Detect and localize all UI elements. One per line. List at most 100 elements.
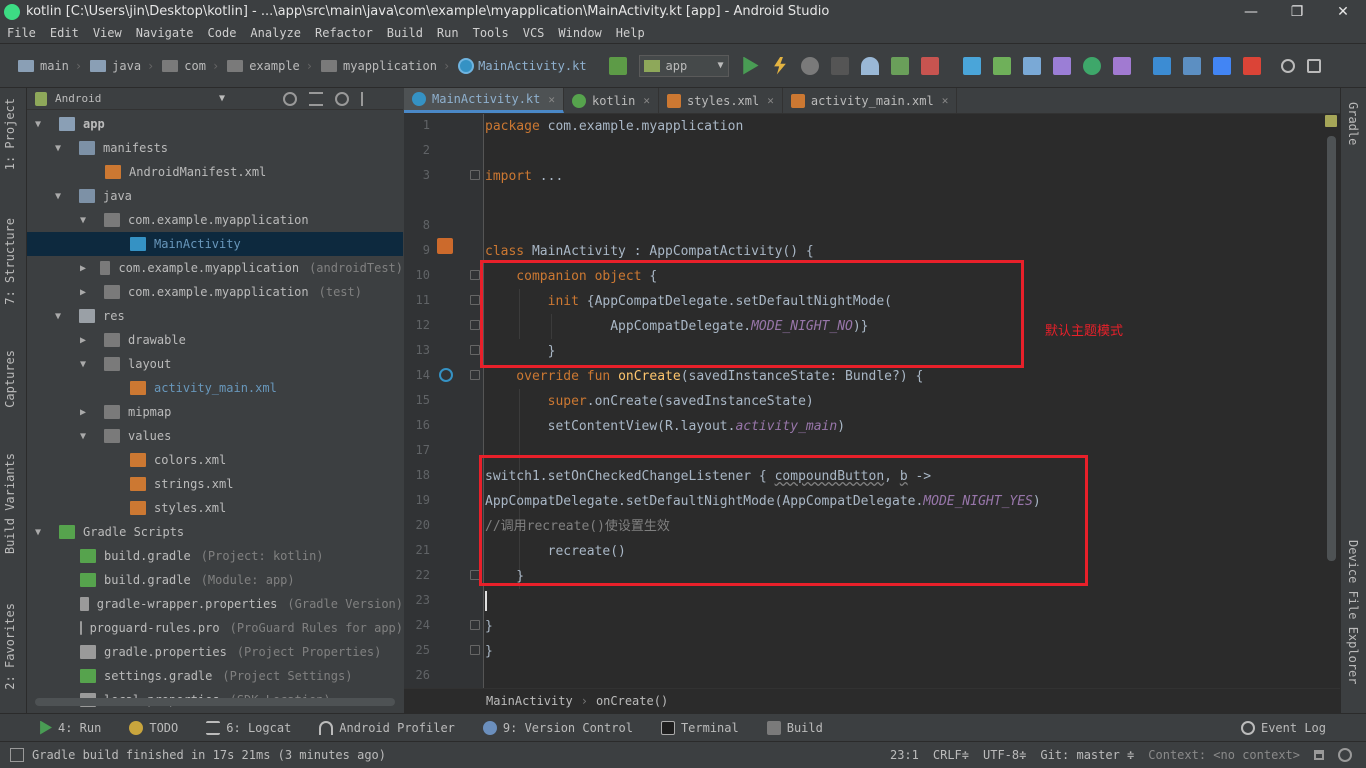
tree-item-manifests[interactable]: ▼ manifests: [27, 136, 403, 160]
close-button[interactable]: ✕: [1320, 4, 1366, 20]
tool-tab-favorites[interactable]: 2: Favorites: [3, 603, 17, 690]
git-branch-select[interactable]: Git: master ≑: [1040, 748, 1134, 762]
hide-panel-icon[interactable]: [361, 91, 375, 106]
menu-view[interactable]: View: [86, 26, 129, 40]
search-icon[interactable]: [1280, 58, 1295, 73]
tool-tab-gradle[interactable]: Gradle: [1346, 102, 1360, 145]
vcs-update-icon[interactable]: [962, 56, 981, 75]
breadcrumb-main[interactable]: main ›: [14, 59, 86, 73]
menu-tools[interactable]: Tools: [466, 26, 516, 40]
breadcrumb-myapplication[interactable]: myapplication ›: [317, 59, 454, 73]
tree-item-proguard[interactable]: proguard-rules.pro (ProGuard Rules for ap…: [27, 616, 403, 640]
breadcrumb-example[interactable]: example ›: [223, 59, 317, 73]
tool-tab-build-variants[interactable]: Build Variants: [3, 453, 17, 554]
tool-tab-android-profiler[interactable]: Android Profiler: [305, 720, 469, 735]
stop-icon[interactable]: [920, 56, 939, 75]
scroll-from-source-icon[interactable]: [283, 91, 297, 106]
tree-item-values[interactable]: ▼ values: [27, 424, 403, 448]
run-icon[interactable]: [743, 56, 759, 75]
fold-marker-icon[interactable]: [470, 620, 480, 630]
tool-tab-captures[interactable]: Captures: [3, 350, 17, 408]
menu-edit[interactable]: Edit: [43, 26, 86, 40]
settings-gear-icon[interactable]: [335, 91, 349, 106]
tree-item-layout[interactable]: ▼ layout: [27, 352, 403, 376]
tree-item-package-androidtest[interactable]: ▶ com.example.myapplication (androidTest): [27, 256, 403, 280]
vcs-commit-icon[interactable]: [992, 56, 1011, 75]
close-tab-icon[interactable]: ✕: [942, 94, 949, 107]
sdk-manager-icon[interactable]: [1152, 56, 1171, 75]
debug-icon[interactable]: [800, 56, 819, 75]
tab-styles-xml[interactable]: styles.xml ✕: [659, 88, 783, 113]
tool-tab-structure[interactable]: 7: Structure: [3, 218, 17, 305]
project-view-select[interactable]: Android ▼: [35, 91, 235, 106]
menu-analyze[interactable]: Analyze: [243, 26, 308, 40]
fold-marker-icon[interactable]: [470, 645, 480, 655]
project-horizontal-scrollbar[interactable]: [35, 698, 395, 706]
coverage-icon[interactable]: [890, 56, 909, 75]
fold-marker-icon[interactable]: [470, 320, 480, 330]
tree-item-androidmanifest[interactable]: AndroidManifest.xml: [27, 160, 403, 184]
maximize-button[interactable]: ❐: [1274, 4, 1320, 20]
tree-item-mipmap[interactable]: ▶ mipmap: [27, 400, 403, 424]
tree-item-gradle-scripts[interactable]: ▼ Gradle Scripts: [27, 520, 403, 544]
menu-help[interactable]: Help: [609, 26, 652, 40]
tree-item-package-main[interactable]: ▼ com.example.myapplication: [27, 208, 403, 232]
status-message[interactable]: Gradle build finished in 17s 21ms (3 min…: [32, 748, 890, 762]
minimize-button[interactable]: —: [1228, 4, 1274, 20]
run-configuration-select[interactable]: app ▼: [638, 54, 729, 77]
menu-window[interactable]: Window: [551, 26, 608, 40]
fold-marker-icon[interactable]: [470, 270, 480, 280]
toggle-tool-windows-icon[interactable]: [10, 748, 24, 762]
close-tab-icon[interactable]: ✕: [767, 94, 774, 107]
menu-code[interactable]: Code: [201, 26, 244, 40]
tree-item-app[interactable]: ▼ app: [27, 112, 403, 136]
layout-icon[interactable]: [1306, 58, 1321, 73]
tool-tab-terminal[interactable]: Terminal: [647, 720, 753, 735]
vcs-compare-icon[interactable]: [1022, 56, 1041, 75]
apply-changes-icon[interactable]: [774, 56, 786, 75]
attach-debugger-icon[interactable]: [860, 56, 879, 75]
profile-icon[interactable]: [830, 56, 849, 75]
tree-item-build-gradle-project[interactable]: build.gradle (Project: kotlin): [27, 544, 403, 568]
fold-marker-icon[interactable]: [470, 345, 480, 355]
tree-item-drawable[interactable]: ▶ drawable: [27, 328, 403, 352]
override-method-icon[interactable]: [439, 368, 453, 382]
tool-tab-build[interactable]: Build: [753, 720, 837, 735]
tool-tab-version-control[interactable]: 9: Version Control: [469, 720, 647, 735]
line-separator-select[interactable]: CRLF≑: [933, 748, 969, 762]
fold-marker-icon[interactable]: [470, 295, 480, 305]
breadcrumb-java[interactable]: java ›: [86, 59, 158, 73]
menu-refactor[interactable]: Refactor: [308, 26, 380, 40]
tree-item-gradle-properties[interactable]: gradle.properties (Project Properties): [27, 640, 403, 664]
tool-tab-logcat[interactable]: 6: Logcat: [192, 720, 305, 735]
tree-item-colors[interactable]: colors.xml: [27, 448, 403, 472]
menu-vcs[interactable]: VCS: [516, 26, 552, 40]
menu-navigate[interactable]: Navigate: [129, 26, 201, 40]
inspector-face-icon[interactable]: [1338, 748, 1352, 762]
avd-manager-icon[interactable]: [1112, 56, 1131, 75]
close-tab-icon[interactable]: ✕: [643, 94, 650, 107]
tree-item-styles[interactable]: styles.xml: [27, 496, 403, 520]
tree-item-package-test[interactable]: ▶ com.example.myapplication (test): [27, 280, 403, 304]
editor-crumb-method[interactable]: onCreate(): [596, 694, 668, 708]
breadcrumb-mainactivity[interactable]: MainActivity.kt: [454, 57, 590, 74]
fold-marker-icon[interactable]: [470, 370, 480, 380]
tab-kotlin[interactable]: kotlin ✕: [564, 88, 659, 113]
encoding-select[interactable]: UTF-8≑: [983, 748, 1026, 762]
tree-item-build-gradle-module[interactable]: build.gradle (Module: app): [27, 568, 403, 592]
sync-gradle-icon[interactable]: [1082, 56, 1101, 75]
google-translate-icon[interactable]: [1212, 56, 1231, 75]
tool-tab-project[interactable]: 1: Project: [3, 98, 17, 170]
tool-tab-event-log[interactable]: Event Log: [1227, 720, 1340, 735]
tool-tab-run[interactable]: 4: Run: [0, 720, 115, 735]
close-tab-icon[interactable]: ✕: [548, 93, 555, 106]
tree-item-strings[interactable]: strings.xml: [27, 472, 403, 496]
collapse-all-icon[interactable]: [309, 91, 323, 106]
editor-vertical-scrollbar[interactable]: [1327, 136, 1336, 561]
menu-file[interactable]: File: [0, 26, 43, 40]
menu-build[interactable]: Build: [380, 26, 430, 40]
make-project-hammer-icon[interactable]: [608, 56, 627, 75]
tree-item-activity-main[interactable]: activity_main.xml: [27, 376, 403, 400]
lock-icon[interactable]: [1314, 750, 1324, 760]
tab-mainactivity-kt[interactable]: MainActivity.kt ✕: [404, 88, 564, 113]
